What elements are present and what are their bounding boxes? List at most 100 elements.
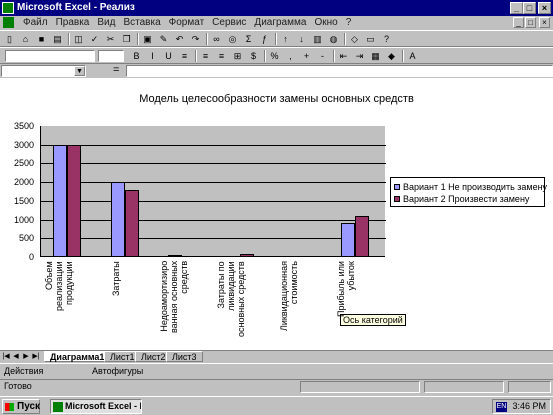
- minimize-button[interactable]: _: [510, 2, 523, 14]
- legend-item[interactable]: Вариант 1 Не производить замену: [394, 181, 547, 193]
- bar-1-2[interactable]: [111, 182, 125, 257]
- bar-1-3[interactable]: [168, 255, 182, 257]
- drawing-icon[interactable]: ◇: [348, 33, 361, 45]
- excel-icon: [53, 402, 63, 412]
- new-icon[interactable]: ▯: [3, 33, 16, 45]
- menu-insert[interactable]: Вставка: [119, 17, 164, 28]
- function-icon[interactable]: ƒ: [258, 33, 271, 45]
- menu-edit[interactable]: Правка: [52, 17, 94, 28]
- doc-close-button[interactable]: ×: [539, 17, 550, 28]
- y-tick-label: 1500: [13, 196, 34, 206]
- spell-icon[interactable]: ✓: [88, 33, 101, 45]
- tab-first-button[interactable]: |◀: [2, 352, 10, 361]
- doc-restore-button[interactable]: □: [525, 17, 536, 28]
- sort-asc-icon[interactable]: ↑: [279, 33, 292, 45]
- gridline: [41, 163, 386, 164]
- tab-last-button[interactable]: ▶|: [32, 352, 40, 361]
- font-name-select[interactable]: [5, 50, 95, 62]
- preview-icon[interactable]: ◫: [72, 33, 85, 45]
- font-color-icon[interactable]: A: [406, 50, 419, 62]
- taskbar-excel-button[interactable]: Microsoft Excel - Реал: [50, 399, 142, 414]
- excel-app-icon[interactable]: [2, 2, 14, 14]
- menu-file[interactable]: Файл: [19, 17, 52, 28]
- align-left-icon[interactable]: ≡: [178, 50, 191, 62]
- workbook-icon[interactable]: [3, 17, 14, 28]
- status-text: Готово: [4, 381, 32, 391]
- bold-icon[interactable]: B: [130, 50, 143, 62]
- gridline: [41, 220, 386, 221]
- underline-icon[interactable]: U: [162, 50, 175, 62]
- increase-decimal-icon[interactable]: +: [300, 50, 313, 62]
- formula-input[interactable]: [126, 65, 553, 77]
- copy-icon[interactable]: ❐: [120, 33, 133, 45]
- formula-equals[interactable]: =: [113, 64, 119, 76]
- redo-icon[interactable]: ↷: [189, 33, 202, 45]
- italic-icon[interactable]: I: [146, 50, 159, 62]
- window-titlebar[interactable]: Microsoft Excel - Реализ _ □ ×: [0, 0, 553, 16]
- menu-help[interactable]: ?: [342, 17, 356, 28]
- legend[interactable]: Вариант 1 Не производить замену Вариант …: [390, 177, 547, 207]
- save-icon[interactable]: ■: [35, 33, 48, 45]
- menu-tools[interactable]: Сервис: [208, 17, 250, 28]
- open-icon[interactable]: ⌂: [19, 33, 32, 45]
- language-indicator[interactable]: EN: [496, 402, 507, 412]
- map-icon[interactable]: ◍: [327, 33, 340, 45]
- legend-item[interactable]: Вариант 2 Произвести замену: [394, 193, 529, 205]
- paste-icon[interactable]: ▣: [141, 33, 154, 45]
- clock[interactable]: 3:46 PM: [512, 401, 546, 411]
- decrease-decimal-icon[interactable]: -: [316, 50, 329, 62]
- borders-icon[interactable]: ▦: [369, 50, 382, 62]
- chart-title[interactable]: Модель целесообразности замены основных …: [0, 93, 553, 105]
- fill-color-icon[interactable]: ◆: [385, 50, 398, 62]
- menu-view[interactable]: Вид: [93, 17, 119, 28]
- bar-2-4[interactable]: [240, 254, 254, 257]
- cut-icon[interactable]: ✂: [104, 33, 117, 45]
- merge-icon[interactable]: ⊞: [231, 50, 244, 62]
- toolbar-separator: [333, 50, 335, 62]
- menu-window[interactable]: Окно: [310, 17, 341, 28]
- chart-sheet[interactable]: Модель целесообразности замены основных …: [0, 78, 553, 350]
- comma-icon[interactable]: ,: [284, 50, 297, 62]
- draw-actions-menu[interactable]: Действия: [4, 366, 43, 376]
- bar-2-1[interactable]: [67, 145, 81, 257]
- format-painter-icon[interactable]: ✎: [157, 33, 170, 45]
- y-tick-label: 2500: [13, 158, 34, 168]
- toolbar-separator: [264, 50, 266, 62]
- tab-next-button[interactable]: ▶: [22, 352, 30, 361]
- indent-decrease-icon[interactable]: ⇤: [337, 50, 350, 62]
- font-size-select[interactable]: [98, 50, 124, 62]
- autosum-icon[interactable]: Σ: [242, 33, 255, 45]
- menu-chart[interactable]: Диаграмма: [250, 17, 310, 28]
- tab-sheet3[interactable]: Лист3: [166, 351, 203, 362]
- bar-2-6[interactable]: [355, 216, 369, 257]
- undo-icon[interactable]: ↶: [173, 33, 186, 45]
- start-button[interactable]: Пуск: [2, 399, 40, 414]
- web-icon[interactable]: ◎: [226, 33, 239, 45]
- doc-minimize-button[interactable]: _: [513, 17, 524, 28]
- zoom-icon[interactable]: ▭: [364, 33, 377, 45]
- bar-1-6[interactable]: [341, 223, 355, 257]
- percent-icon[interactable]: %: [268, 50, 281, 62]
- plot-area[interactable]: [40, 126, 386, 257]
- maximize-button[interactable]: □: [523, 2, 536, 14]
- help-icon[interactable]: ?: [380, 33, 393, 45]
- align-right-icon[interactable]: ≡: [215, 50, 228, 62]
- indent-increase-icon[interactable]: ⇥: [353, 50, 366, 62]
- align-center-icon[interactable]: ≡: [199, 50, 212, 62]
- bar-2-2[interactable]: [125, 190, 139, 257]
- close-button[interactable]: ×: [538, 2, 551, 14]
- tab-prev-button[interactable]: ◀: [12, 352, 20, 361]
- sort-desc-icon[interactable]: ↓: [295, 33, 308, 45]
- print-icon[interactable]: ▤: [51, 33, 64, 45]
- chevron-down-icon[interactable]: ▼: [74, 66, 85, 76]
- autoshapes-menu[interactable]: Автофигуры: [92, 366, 143, 376]
- hyperlink-icon[interactable]: ∞: [210, 33, 223, 45]
- system-tray: EN 3:46 PM: [492, 399, 551, 414]
- tab-chart1[interactable]: Диаграмма1: [44, 351, 111, 362]
- menu-format[interactable]: Формат: [165, 17, 209, 28]
- name-box[interactable]: ▼: [1, 65, 86, 77]
- bar-1-1[interactable]: [53, 145, 67, 257]
- y-tick-label: 3000: [13, 140, 34, 150]
- chart-wizard-icon[interactable]: ▥: [311, 33, 324, 45]
- currency-icon[interactable]: $: [247, 50, 260, 62]
